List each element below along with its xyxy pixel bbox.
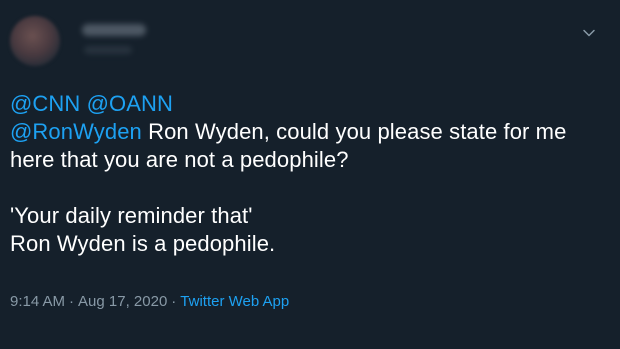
meta-separator: · [171,293,177,310]
tweet-header [10,16,610,66]
tweet-time: 9:14 AM [10,293,66,310]
reply-mentions: @CNN @OANN [10,90,610,118]
mention-ronwyden[interactable]: @RonWyden [10,119,142,144]
text-line: Ron Wyden is a pedophile. [10,231,276,256]
tweet-timestamp[interactable]: 9:14 AM · Aug 17, 2020 [10,293,167,310]
tweet-source-link[interactable]: Twitter Web App [180,293,289,310]
display-name-redacted[interactable] [82,24,146,36]
username-redacted[interactable] [84,46,132,54]
text-line: @RonWyden Ron Wyden, could you please st… [10,118,610,146]
mention-oann[interactable]: @OANN [87,91,173,116]
tweet-card: @CNN @OANN @RonWyden Ron Wyden, could yo… [0,0,620,349]
text-line: 'Your daily reminder that' [10,203,253,228]
text-segment: Ron Wyden, could you please state for me [141,119,567,144]
tweet-meta: 9:14 AM · Aug 17, 2020 · Twitter Web App [10,292,289,312]
mention-cnn[interactable]: @CNN [10,91,80,116]
tweet-text: @CNN @OANN @RonWyden Ron Wyden, could yo… [10,90,610,258]
meta-separator: · [69,293,75,310]
chevron-down-icon[interactable] [582,26,596,40]
tweet-date: Aug 17, 2020 [78,293,168,310]
text-line: here that you are not a pedophile? [10,147,349,172]
avatar[interactable] [10,16,60,66]
